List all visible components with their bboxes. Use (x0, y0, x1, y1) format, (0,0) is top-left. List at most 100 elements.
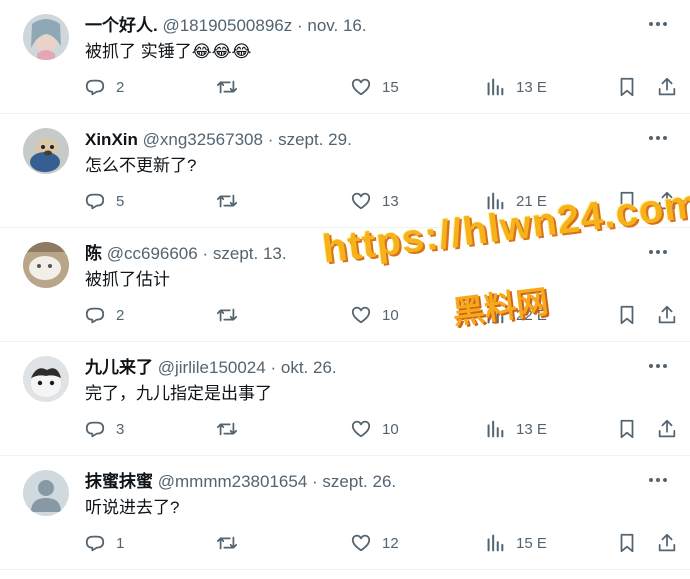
tweet-item[interactable]: XinXin @xng32567308 · szept. 29. 怎么不更新了?… (0, 114, 690, 228)
user-handle[interactable]: @18190500896z (162, 16, 292, 35)
more-options-icon[interactable] (646, 354, 670, 378)
retweet-icon (216, 422, 238, 436)
user-handle[interactable]: @xng32567308 (143, 130, 263, 149)
views-button[interactable]: 22 E (484, 298, 547, 332)
like-count: 13 (382, 192, 399, 210)
tweet-header: 九儿来了 @jirlile150024 · okt. 26. (85, 357, 337, 379)
reply-count: 2 (116, 306, 125, 324)
tweet-actions: 5 13 21 E (80, 184, 680, 218)
separator: · (270, 358, 277, 377)
reply-icon (85, 193, 105, 210)
retweet-button[interactable] (216, 526, 248, 560)
views-button[interactable]: 13 E (484, 70, 547, 104)
more-options-icon[interactable] (646, 126, 670, 150)
like-count: 10 (382, 420, 399, 438)
tweet-header: 陈 @cc696606 · szept. 13. (85, 243, 287, 265)
tweet-text: 被抓了 实锤了😂😂😂 (85, 42, 252, 61)
like-button[interactable]: 15 (350, 70, 399, 104)
views-count: 13 E (516, 420, 547, 438)
bookmark-button[interactable] (616, 184, 638, 218)
tweet-date[interactable]: szept. 26. (322, 472, 396, 491)
reply-button[interactable]: 2 (84, 70, 124, 104)
bookmark-button[interactable] (616, 412, 638, 446)
more-options-icon[interactable] (646, 240, 670, 264)
share-button[interactable] (656, 184, 678, 218)
user-handle[interactable]: @jirlile150024 (158, 358, 266, 377)
avatar[interactable] (23, 14, 69, 60)
views-icon (487, 420, 504, 438)
tweet-date[interactable]: okt. 26. (281, 358, 337, 377)
tweet-text: 被抓了估计 (85, 270, 170, 289)
share-icon (658, 77, 676, 96)
retweet-icon (216, 194, 238, 208)
views-count: 21 E (516, 192, 547, 210)
retweet-icon (216, 80, 238, 94)
share-icon (658, 533, 676, 552)
display-name[interactable]: 抹蜜抹蜜 (85, 472, 153, 491)
avatar[interactable] (23, 356, 69, 402)
share-button[interactable] (656, 298, 678, 332)
reply-button[interactable]: 3 (84, 412, 124, 446)
display-name[interactable]: 陈 (85, 244, 102, 263)
display-name[interactable]: 一个好人. (85, 16, 158, 35)
retweet-button[interactable] (216, 298, 248, 332)
views-button[interactable]: 13 E (484, 412, 547, 446)
bookmark-button[interactable] (616, 70, 638, 104)
bookmark-icon (620, 533, 634, 553)
retweet-button[interactable] (216, 412, 248, 446)
tweet-item[interactable]: 一个好人. @18190500896z · nov. 16. 被抓了 实锤了😂😂… (0, 0, 690, 114)
views-button[interactable]: 15 E (484, 526, 547, 560)
reply-icon (85, 421, 105, 438)
bookmark-icon (620, 191, 634, 211)
user-handle[interactable]: @cc696606 (107, 244, 198, 263)
like-button[interactable]: 13 (350, 184, 399, 218)
avatar[interactable] (23, 470, 69, 516)
like-count: 10 (382, 306, 399, 324)
views-icon (487, 306, 504, 324)
more-options-icon[interactable] (646, 12, 670, 36)
views-icon (487, 192, 504, 210)
tweet-item[interactable]: 抹蜜抹蜜 @mmmm23801654 · szept. 26. 听说进去了? 1… (0, 456, 690, 570)
views-count: 13 E (516, 78, 547, 96)
share-icon (658, 419, 676, 438)
bookmark-icon (620, 305, 634, 325)
retweet-button[interactable] (216, 184, 248, 218)
retweet-button[interactable] (216, 70, 248, 104)
heart-icon (351, 192, 371, 210)
avatar[interactable] (23, 128, 69, 174)
views-button[interactable]: 21 E (484, 184, 547, 218)
tweet-actions: 2 15 13 E (80, 70, 680, 104)
like-button[interactable]: 12 (350, 526, 399, 560)
tweet-actions: 2 10 22 E (80, 298, 680, 332)
share-button[interactable] (656, 70, 678, 104)
tweet-date[interactable]: szept. 29. (278, 130, 352, 149)
tweet-item[interactable]: 九儿来了 @jirlile150024 · okt. 26. 完了，九儿指定是出… (0, 342, 690, 456)
display-name[interactable]: XinXin (85, 130, 138, 149)
avatar[interactable] (23, 242, 69, 288)
reply-button[interactable]: 5 (84, 184, 124, 218)
share-icon (658, 191, 676, 210)
reply-icon (85, 535, 105, 552)
display-name[interactable]: 九儿来了 (85, 358, 153, 377)
tweet-text: 怎么不更新了? (85, 156, 197, 175)
bookmark-button[interactable] (616, 298, 638, 332)
bookmark-button[interactable] (616, 526, 638, 560)
tweet-date[interactable]: szept. 13. (213, 244, 287, 263)
views-icon (487, 78, 504, 96)
tweet-date[interactable]: nov. 16. (307, 16, 366, 35)
default-avatar-icon (23, 470, 69, 516)
share-button[interactable] (656, 526, 678, 560)
tweet-actions: 3 10 13 E (80, 412, 680, 446)
like-count: 15 (382, 78, 399, 96)
like-button[interactable]: 10 (350, 298, 399, 332)
reply-button[interactable]: 1 (84, 526, 124, 560)
like-button[interactable]: 10 (350, 412, 399, 446)
tweet-item[interactable]: 陈 @cc696606 · szept. 13. 被抓了估计 2 10 22 E (0, 228, 690, 342)
reply-button[interactable]: 2 (84, 298, 124, 332)
share-button[interactable] (656, 412, 678, 446)
bookmark-icon (620, 419, 634, 439)
more-options-icon[interactable] (646, 468, 670, 492)
user-handle[interactable]: @mmmm23801654 (158, 472, 308, 491)
separator: · (202, 244, 209, 263)
retweet-icon (216, 536, 238, 550)
